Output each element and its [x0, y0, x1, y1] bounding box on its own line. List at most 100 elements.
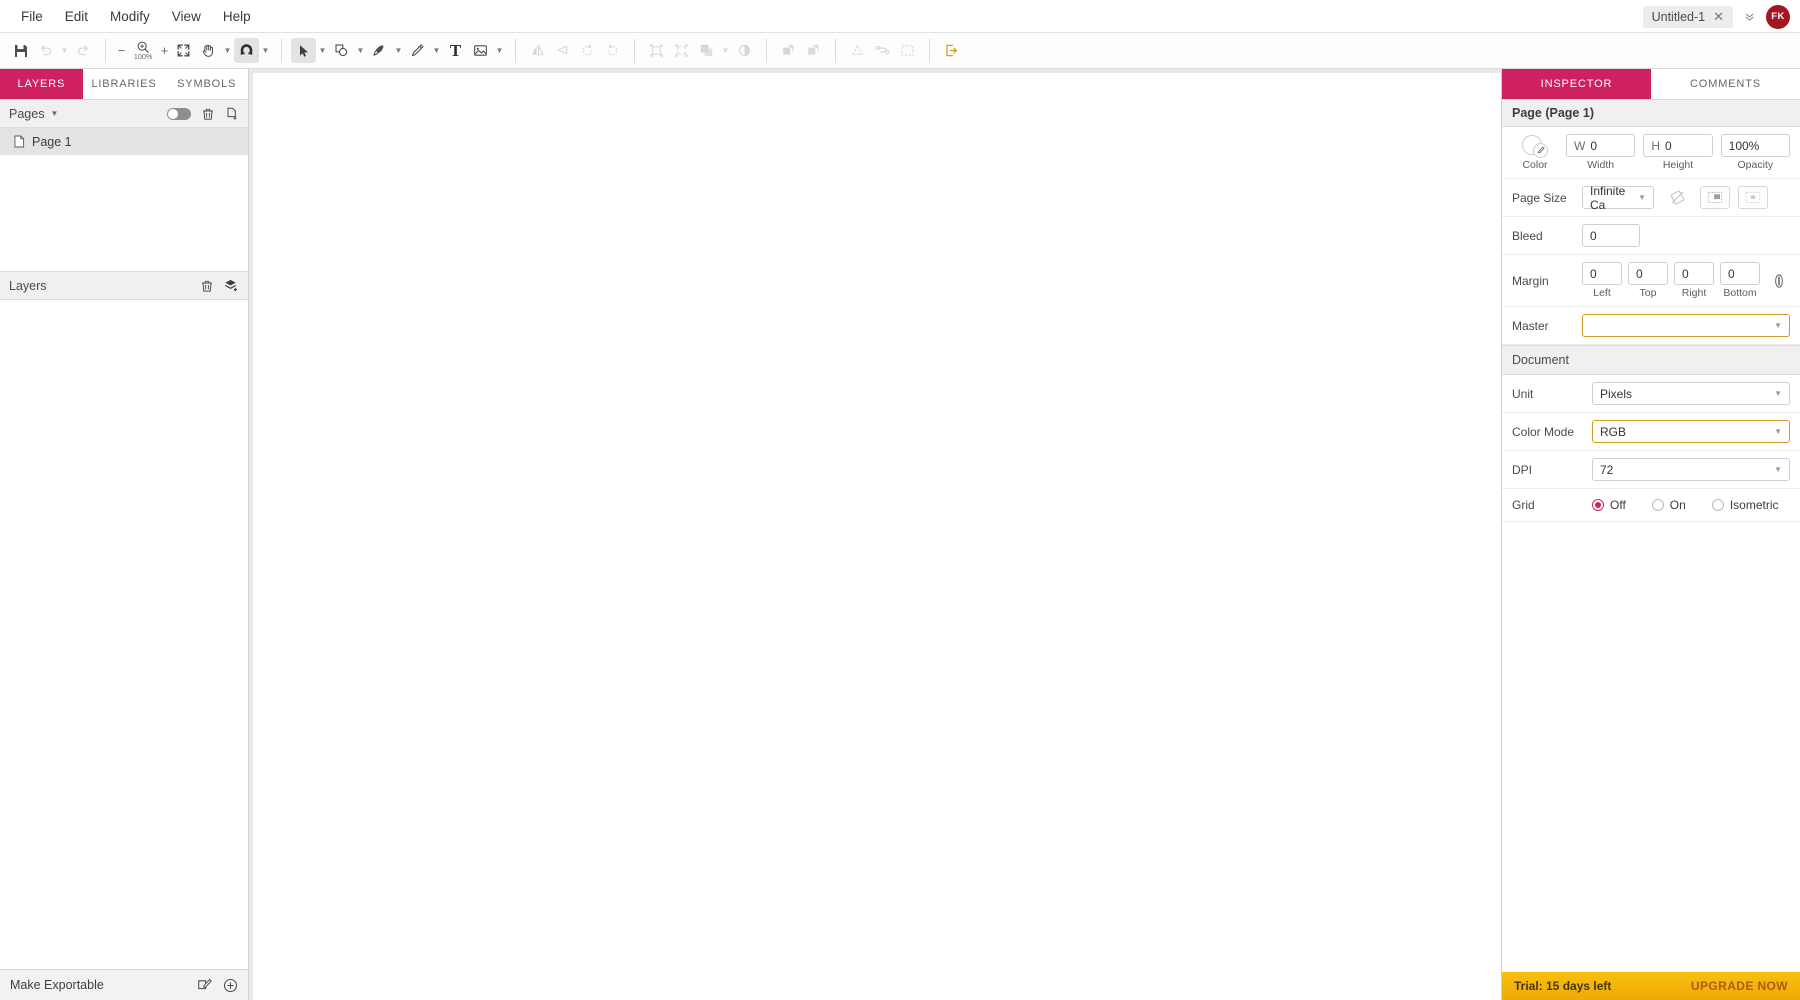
save-icon[interactable]	[8, 38, 33, 63]
redo-icon[interactable]	[71, 38, 96, 63]
fit-selection-icon[interactable]	[1738, 186, 1768, 209]
hand-tool-icon[interactable]	[196, 38, 221, 63]
tab-libraries[interactable]: LIBRARIES	[83, 69, 166, 99]
send-backward-icon[interactable]	[801, 38, 826, 63]
convert-to-path-icon[interactable]	[845, 38, 870, 63]
toolbar-group-export	[939, 33, 964, 68]
tab-inspector[interactable]: INSPECTOR	[1502, 69, 1651, 99]
margin-left-control: 0 Left	[1582, 262, 1622, 299]
trash-icon[interactable]	[200, 279, 214, 293]
rotate-left-icon[interactable]	[575, 38, 600, 63]
layers-list[interactable]	[0, 300, 248, 969]
undo-history-chevron-icon[interactable]: ▼	[58, 38, 71, 63]
unit-select[interactable]: Pixels ▼	[1592, 382, 1790, 405]
bring-forward-icon[interactable]	[776, 38, 801, 63]
menu-item-edit[interactable]: Edit	[54, 5, 99, 28]
snap-options-chevron-icon[interactable]: ▼	[259, 38, 272, 63]
opacity-input[interactable]: 100%	[1721, 134, 1790, 157]
menu-item-file[interactable]: File	[10, 5, 54, 28]
canvas-surface[interactable]	[253, 73, 1501, 1000]
zoom-out-button[interactable]: −	[115, 43, 128, 58]
toolbar-group-path	[845, 33, 920, 68]
menu-item-modify[interactable]: Modify	[99, 5, 161, 28]
page-size-select[interactable]: Infinite Ca ▼	[1582, 186, 1654, 209]
color-mode-select[interactable]: RGB ▼	[1592, 420, 1790, 443]
margin-left-input[interactable]: 0	[1582, 262, 1622, 285]
list-item[interactable]: Page 1	[0, 128, 248, 155]
dpi-select[interactable]: 72 ▼	[1592, 458, 1790, 481]
rotate-right-icon[interactable]	[600, 38, 625, 63]
boolean-ops-chevron-icon[interactable]: ▼	[719, 38, 732, 63]
magnet-snap-icon[interactable]	[234, 38, 259, 63]
upgrade-now-button[interactable]: UPGRADE NOW	[1691, 979, 1788, 993]
bleed-input[interactable]: 0	[1582, 224, 1640, 247]
shape-tool-chevron-icon[interactable]: ▼	[354, 38, 367, 63]
ungroup-icon[interactable]	[669, 38, 694, 63]
margin-right-input[interactable]: 0	[1674, 262, 1714, 285]
height-input[interactable]: H 0	[1643, 134, 1712, 157]
pen-tool-chevron-icon[interactable]: ▼	[392, 38, 405, 63]
flip-horizontal-icon[interactable]	[525, 38, 550, 63]
pointer-tool-icon[interactable]	[291, 38, 316, 63]
image-tool-chevron-icon[interactable]: ▼	[493, 38, 506, 63]
tab-layers[interactable]: LAYERS	[0, 69, 83, 99]
margin-top-input[interactable]: 0	[1628, 262, 1668, 285]
boolean-ops-icon[interactable]	[694, 38, 719, 63]
plus-circle-icon[interactable]	[223, 978, 238, 993]
margin-top-value: 0	[1636, 267, 1643, 281]
toolbar-separator	[281, 39, 282, 63]
width-input[interactable]: W 0	[1566, 134, 1635, 157]
toolbar-separator	[105, 39, 106, 63]
mask-icon[interactable]	[732, 38, 757, 63]
grid-option-on[interactable]: On	[1652, 498, 1686, 512]
shape-tool-icon[interactable]	[329, 38, 354, 63]
margin-bottom-input[interactable]: 0	[1720, 262, 1760, 285]
pencil-tool-icon[interactable]	[405, 38, 430, 63]
avatar[interactable]: FK	[1766, 5, 1790, 29]
slice-icon[interactable]	[895, 38, 920, 63]
tab-comments[interactable]: COMMENTS	[1651, 69, 1800, 99]
flip-vertical-icon[interactable]	[550, 38, 575, 63]
group-icon[interactable]	[644, 38, 669, 63]
tab-symbols[interactable]: SYMBOLS	[165, 69, 248, 99]
grid-option-isometric-label: Isometric	[1730, 498, 1779, 512]
close-icon[interactable]: ✕	[1713, 10, 1724, 23]
chevron-double-down-icon[interactable]	[1741, 11, 1758, 22]
hand-tool-chevron-icon[interactable]: ▼	[221, 38, 234, 63]
grid-option-isometric[interactable]: Isometric	[1712, 498, 1779, 512]
opacity-control: 100% Opacity	[1721, 134, 1790, 171]
menu-item-view[interactable]: View	[161, 5, 212, 28]
fit-content-icon[interactable]	[1700, 186, 1730, 209]
link-values-icon[interactable]	[1768, 273, 1790, 289]
export-icon[interactable]	[939, 38, 964, 63]
pen-tool-icon[interactable]	[367, 38, 392, 63]
grid-option-off[interactable]: Off	[1592, 498, 1626, 512]
add-page-icon[interactable]	[225, 106, 239, 121]
document-tab[interactable]: Untitled-1 ✕	[1643, 6, 1733, 28]
zoom-level-control[interactable]: 100%	[128, 40, 158, 61]
trash-icon[interactable]	[201, 107, 215, 121]
fit-to-screen-icon[interactable]	[171, 38, 196, 63]
pencil-tool-chevron-icon[interactable]: ▼	[430, 38, 443, 63]
make-exportable-actions	[197, 978, 238, 993]
toolbar-group-arrange: ▼	[644, 33, 757, 68]
add-layer-icon[interactable]	[224, 278, 239, 293]
pages-visibility-toggle[interactable]	[167, 108, 191, 120]
menu-item-help[interactable]: Help	[212, 5, 262, 28]
chevron-down-icon[interactable]: ▼	[50, 109, 58, 118]
pointer-tool-chevron-icon[interactable]: ▼	[316, 38, 329, 63]
undo-icon[interactable]	[33, 38, 58, 63]
zoom-in-button[interactable]: +	[158, 43, 171, 58]
text-tool-icon[interactable]: T	[443, 38, 468, 63]
orientation-toggle-icon[interactable]	[1662, 186, 1692, 209]
color-swatch[interactable]	[1522, 135, 1548, 157]
chevron-down-icon: ▼	[1774, 465, 1782, 474]
eyedropper-icon[interactable]	[1533, 143, 1548, 158]
image-tool-icon[interactable]	[468, 38, 493, 63]
join-path-icon[interactable]	[870, 38, 895, 63]
export-settings-icon[interactable]	[197, 978, 212, 992]
master-select[interactable]: ▼	[1582, 314, 1790, 337]
unit-value: Pixels	[1600, 387, 1632, 401]
opacity-label: Opacity	[1738, 159, 1774, 171]
canvas-area[interactable]	[249, 69, 1501, 1000]
